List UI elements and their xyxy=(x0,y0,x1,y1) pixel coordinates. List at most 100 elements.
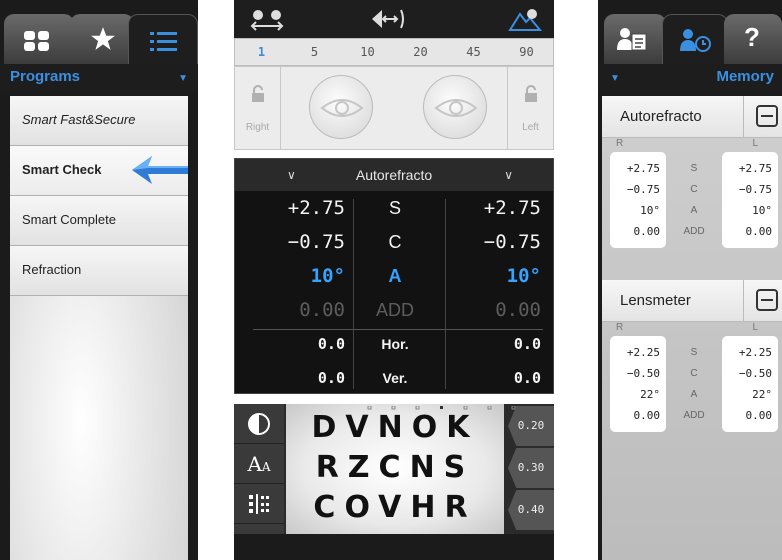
right-value: 0.0 xyxy=(317,335,345,353)
program-label: Refraction xyxy=(22,262,82,277)
memory-card-autorefracto: Autorefracto R L +2.75 −0.75 10° 0.00 S … xyxy=(602,96,782,248)
memory-dropdown[interactable]: ▼ Memory xyxy=(598,64,782,92)
symbol: A xyxy=(690,389,698,400)
patient-record-icon xyxy=(617,28,647,51)
step-option[interactable]: 5 xyxy=(288,39,341,65)
dropdown-caret-icon: ▼ xyxy=(178,73,188,84)
add-row[interactable]: 0.00 ADD 0.00 xyxy=(235,293,553,327)
symbol: A xyxy=(690,205,698,216)
tab-help[interactable]: ? xyxy=(724,14,782,64)
step-option[interactable]: 20 xyxy=(394,39,447,65)
optotype-line: DVNOK xyxy=(311,410,479,445)
row-symbol: Hor. xyxy=(381,336,409,352)
chevron-down-icon: ∨ xyxy=(504,168,513,182)
step-option[interactable]: 90 xyxy=(500,39,553,65)
measurement-panel: 1 5 10 20 45 90 Right Left ∨ Autorefract… xyxy=(234,0,554,560)
left-value: 0.00 xyxy=(495,299,541,321)
step-option[interactable]: 45 xyxy=(447,39,500,65)
eye-icon xyxy=(320,99,364,117)
contrast-icon xyxy=(248,413,270,435)
acuity-option[interactable]: 0.40 xyxy=(508,490,554,530)
left-value: −0.75 xyxy=(483,231,541,253)
prism-horizontal-row[interactable]: 0.0 Hor. 0.0 xyxy=(235,327,553,361)
program-item[interactable]: Refraction xyxy=(10,246,188,296)
right-eye-toggle[interactable]: Right xyxy=(235,67,281,149)
left-eye-values: +2.25 −0.50 22° 0.00 xyxy=(722,336,778,432)
collapse-icon[interactable] xyxy=(756,105,778,127)
axis-row[interactable]: 10° A 10° xyxy=(235,259,553,293)
left-eye-button[interactable] xyxy=(423,75,487,139)
tab-favorites[interactable] xyxy=(70,14,134,64)
value: 10° xyxy=(752,204,772,217)
value: +2.25 xyxy=(738,346,772,359)
card-header: Lensmeter xyxy=(602,280,782,322)
programs-title: Programs xyxy=(10,68,81,85)
card-title: Lensmeter xyxy=(620,292,691,309)
pattern-button[interactable] xyxy=(234,484,284,524)
value: +2.25 xyxy=(626,346,660,359)
divider xyxy=(445,199,446,389)
symbol: S xyxy=(690,347,698,358)
symbol: S xyxy=(690,163,698,174)
optotype-display[interactable]: DVNOK RZCNS COVHR xyxy=(286,404,516,534)
programs-tab-bar xyxy=(0,0,198,64)
step-option[interactable]: 1 xyxy=(235,39,288,65)
sphere-row[interactable]: +2.75 S +2.75 xyxy=(235,191,553,225)
binocular-eyes-icon[interactable] xyxy=(246,6,290,32)
column-l: L xyxy=(752,322,758,333)
value: 22° xyxy=(640,388,660,401)
fogging-icon[interactable] xyxy=(508,6,542,32)
acuity-option[interactable]: 0.30 xyxy=(508,448,554,488)
value: 0.00 xyxy=(633,409,661,422)
symbol: C xyxy=(690,368,698,379)
chevron-down-icon: ∨ xyxy=(287,168,296,182)
row-symbol: C xyxy=(388,232,402,252)
font-size-button[interactable]: AA xyxy=(234,444,284,484)
programs-dropdown[interactable]: Programs ▼ xyxy=(0,64,198,92)
tab-patient-record[interactable] xyxy=(604,14,666,64)
star-icon xyxy=(91,27,115,50)
divider xyxy=(743,96,744,138)
right-eye-label: Right xyxy=(245,122,270,133)
program-item[interactable]: Smart Complete xyxy=(10,196,188,246)
value: +2.75 xyxy=(738,162,772,175)
card-values: +2.75 −0.75 10° 0.00 S C A ADD +2.75 −0.… xyxy=(602,152,782,248)
right-value: 10° xyxy=(310,265,345,287)
refraction-readout: ∨ Autorefracto ∨ +2.75 S +2.75 −0.75 C −… xyxy=(234,158,554,394)
refraction-header[interactable]: ∨ Autorefracto ∨ xyxy=(235,159,553,191)
left-value: 10° xyxy=(506,265,541,287)
acuity-selector: 0.20 0.30 0.40 xyxy=(506,404,554,534)
step-option[interactable]: 10 xyxy=(341,39,394,65)
grid-icon xyxy=(24,31,49,51)
value: −0.75 xyxy=(738,183,772,196)
value: +2.75 xyxy=(626,162,660,175)
list-icon xyxy=(150,32,177,51)
column-headers: R L xyxy=(602,138,782,152)
optotype-line: RZCNS xyxy=(315,450,475,485)
divider xyxy=(353,199,354,389)
tab-list[interactable] xyxy=(128,14,198,64)
program-item-selected[interactable]: Smart Check xyxy=(10,146,188,196)
value-symbols: S C A ADD xyxy=(666,336,722,432)
tab-grid[interactable] xyxy=(4,14,74,64)
panel-edge xyxy=(0,96,10,560)
pd-adjust-icon[interactable] xyxy=(368,6,408,32)
program-label: Smart Complete xyxy=(22,212,116,227)
collapse-icon[interactable] xyxy=(756,289,778,311)
contrast-button[interactable] xyxy=(234,404,284,444)
program-item[interactable]: Smart Fast&Secure xyxy=(10,96,188,146)
tab-memory[interactable] xyxy=(662,14,728,64)
cylinder-row[interactable]: −0.75 C −0.75 xyxy=(235,225,553,259)
program-label: Smart Fast&Secure xyxy=(22,112,136,127)
help-icon: ? xyxy=(744,22,760,52)
value-symbols: S C A ADD xyxy=(666,152,722,248)
left-eye-toggle[interactable]: Left xyxy=(507,67,553,149)
value: 0.00 xyxy=(745,409,773,422)
symbol: C xyxy=(690,184,698,195)
left-eye-label: Left xyxy=(522,122,539,133)
right-value: 0.00 xyxy=(299,299,345,321)
right-eye-button[interactable] xyxy=(309,75,373,139)
symbol: ADD xyxy=(683,226,705,237)
acuity-option[interactable]: 0.20 xyxy=(508,406,554,446)
prism-vertical-row[interactable]: 0.0 Ver. 0.0 xyxy=(235,361,553,395)
